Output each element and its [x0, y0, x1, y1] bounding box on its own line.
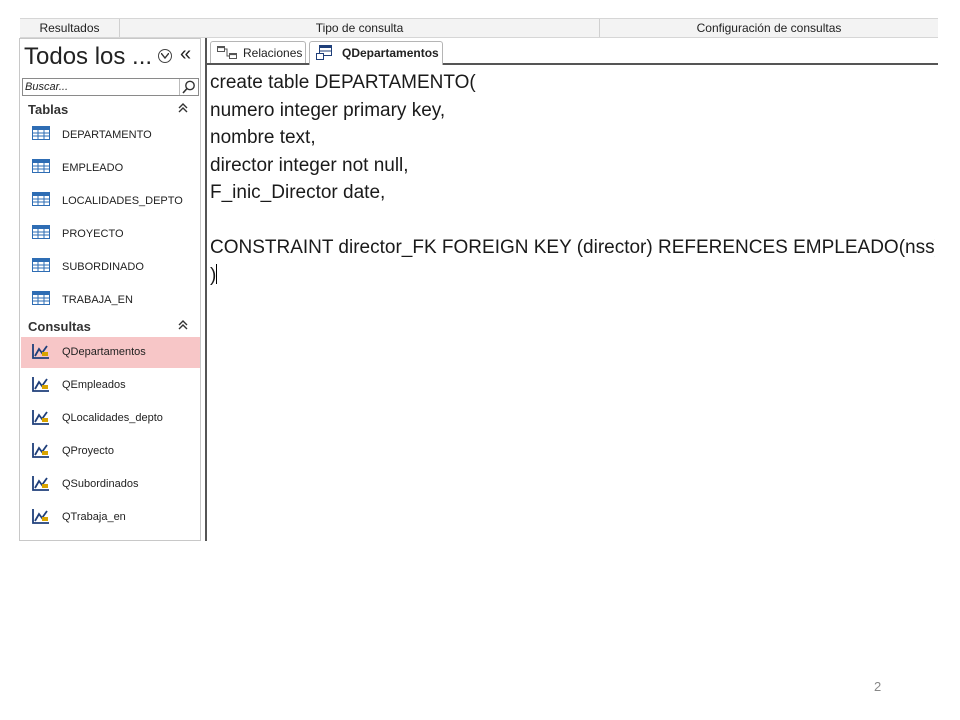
table-icon — [32, 291, 50, 307]
nav-item-label: QDepartamentos — [62, 346, 146, 358]
query-icon — [32, 442, 50, 458]
sql-line: nombre text, — [210, 127, 316, 148]
ribbon-group-labels: Resultados Tipo de consulta Configuració… — [20, 18, 938, 38]
sql-line: F_inic_Director date, — [210, 182, 386, 203]
search-box[interactable] — [22, 78, 199, 96]
nav-item-query[interactable]: QLocalidades_depto — [21, 403, 200, 434]
nav-item-label: QSubordinados — [62, 478, 139, 490]
tab-qdepartamentos[interactable]: QDepartamentos — [309, 41, 443, 65]
sql-line: create table DEPARTAMENTO( — [210, 72, 476, 93]
nav-item-query[interactable]: QEmpleados — [21, 370, 200, 401]
query-icon — [32, 376, 50, 392]
nav-item-label: LOCALIDADES_DEPTO — [62, 195, 183, 207]
nav-item-table[interactable]: LOCALIDADES_DEPTO — [21, 186, 200, 217]
table-icon — [32, 159, 50, 175]
nav-item-query-selected[interactable]: QDepartamentos — [21, 337, 200, 368]
nav-item-table[interactable]: DEPARTAMENTO — [21, 120, 200, 151]
nav-item-label: EMPLEADO — [62, 162, 124, 174]
navigation-pane: Todos los ... « Tablas DEPARTAMENTO EMPL… — [19, 38, 201, 541]
section-label: Consultas — [28, 319, 91, 334]
section-tablas[interactable]: Tablas — [20, 99, 200, 121]
chevron-double-up-icon[interactable] — [178, 102, 188, 117]
ribbon-group-tipo-consulta: Tipo de consulta — [120, 19, 600, 37]
section-consultas[interactable]: Consultas — [20, 316, 200, 338]
circle-chevron-down-icon[interactable] — [158, 49, 172, 63]
table-icon — [32, 258, 50, 274]
section-label: Tablas — [28, 102, 69, 117]
search-icon[interactable] — [179, 79, 198, 95]
query-icon — [316, 45, 336, 65]
nav-pane-title[interactable]: Todos los ... — [24, 43, 152, 71]
nav-item-query[interactable]: QTrabaja_en — [21, 502, 200, 533]
nav-item-query[interactable]: QSubordinados — [21, 469, 200, 500]
nav-item-label: QProyecto — [62, 445, 114, 457]
nav-item-label: QEmpleados — [62, 379, 126, 391]
text-caret — [216, 263, 218, 284]
table-icon — [32, 126, 50, 142]
page-number: 2 — [874, 679, 882, 694]
document-tabs: Relaciones QDepartamentos — [207, 38, 938, 65]
chevron-double-up-icon[interactable] — [178, 319, 188, 334]
document-area: Relaciones QDepartamentos create table D… — [205, 38, 938, 541]
relationships-icon — [217, 45, 237, 65]
nav-item-label: PROYECTO — [62, 228, 124, 240]
nav-item-label: DEPARTAMENTO — [62, 129, 152, 141]
query-icon — [32, 475, 50, 491]
collapse-pane-icon[interactable]: « — [180, 43, 191, 65]
sql-line: numero integer primary key, — [210, 99, 446, 121]
nav-item-table[interactable]: TRABAJA_EN — [21, 285, 200, 316]
search-input[interactable] — [25, 79, 175, 95]
query-icon — [32, 343, 50, 359]
pane-divider[interactable] — [205, 38, 207, 541]
nav-item-query[interactable]: QProyecto — [21, 436, 200, 467]
nav-item-label: QLocalidades_depto — [62, 412, 163, 424]
sql-editor[interactable]: create table DEPARTAMENTO( numero intege… — [210, 69, 935, 539]
nav-pane-header[interactable]: Todos los ... « — [20, 39, 200, 77]
nav-item-label: QTrabaja_en — [62, 511, 126, 523]
nav-item-label: SUBORDINADO — [62, 261, 144, 273]
tab-label: Relaciones — [243, 46, 303, 60]
tab-label: QDepartamentos — [342, 46, 439, 60]
table-icon — [32, 192, 50, 208]
ribbon-group-resultados: Resultados — [20, 19, 120, 37]
table-icon — [32, 225, 50, 241]
sql-line: director integer not null, — [210, 154, 409, 176]
tab-relaciones[interactable]: Relaciones — [210, 41, 306, 63]
ribbon-group-configuracion: Configuración de consultas — [696, 21, 842, 35]
nav-item-table[interactable]: EMPLEADO — [21, 153, 200, 184]
query-icon — [32, 409, 50, 425]
nav-item-table[interactable]: SUBORDINADO — [21, 252, 200, 283]
query-icon — [32, 508, 50, 524]
nav-item-label: TRABAJA_EN — [62, 294, 133, 306]
sql-line: CONSTRAINT director_FK FOREIGN KEY (dire… — [210, 237, 935, 258]
nav-item-table[interactable]: PROYECTO — [21, 219, 200, 250]
